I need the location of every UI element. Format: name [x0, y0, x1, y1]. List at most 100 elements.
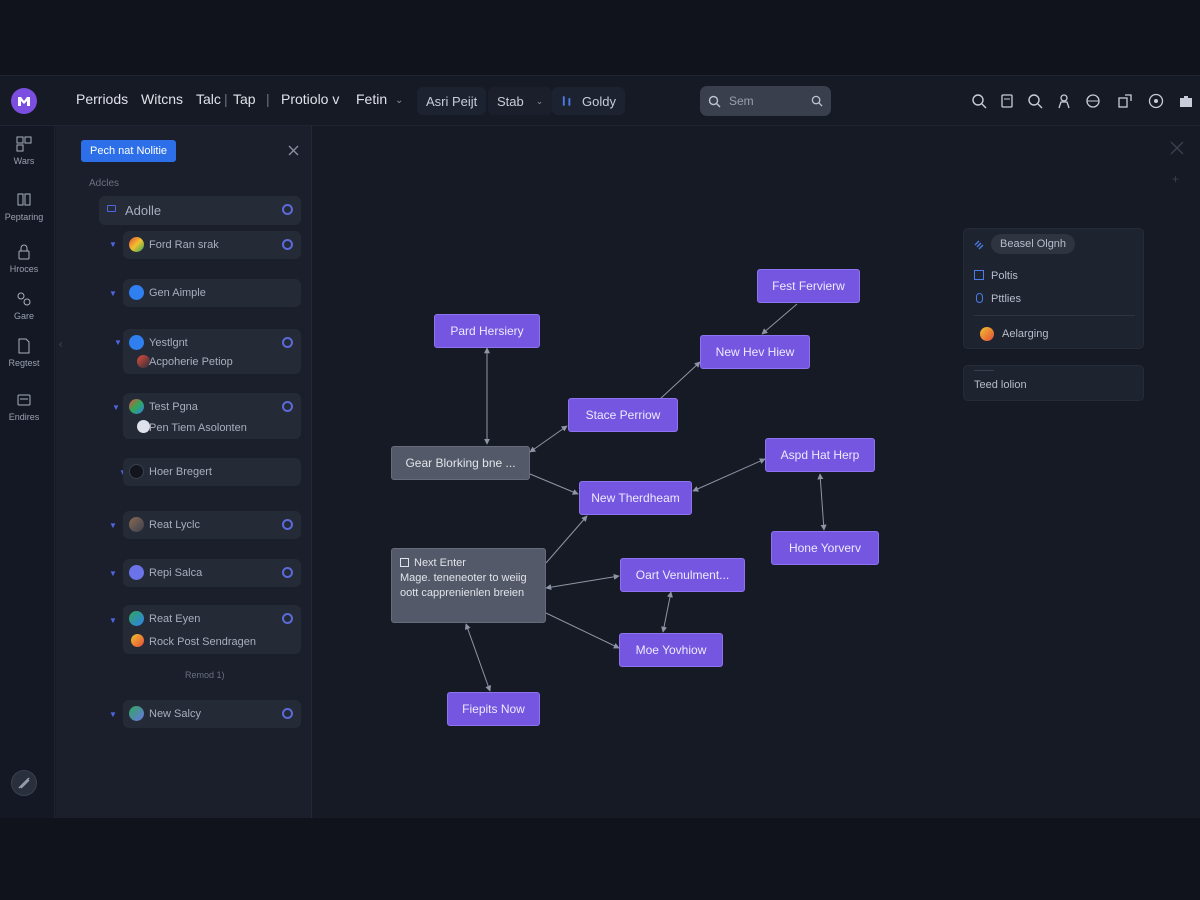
- list-item-label: Reat Eyen: [149, 613, 201, 625]
- nav-item-tap[interactable]: Tap: [233, 91, 256, 107]
- list-item[interactable]: Reat Eyen Rock Post Sendragen: [123, 605, 301, 654]
- tag-chip[interactable]: Beasel Olgnh: [991, 234, 1076, 254]
- inspector-item[interactable]: Pttlies: [991, 293, 1021, 305]
- rail-item-hroces[interactable]: Hroces: [0, 244, 48, 274]
- list-item[interactable]: Hoer Bregert: [123, 458, 301, 486]
- nav-item-protiolo[interactable]: Protiolo v: [281, 91, 339, 107]
- avatar: [980, 327, 994, 341]
- rail-item-regtest[interactable]: Regtest: [0, 338, 48, 368]
- node-stace-perriow[interactable]: Stace Perriow: [568, 398, 678, 432]
- chevron-down-icon[interactable]: ▼: [109, 240, 117, 249]
- close-icon[interactable]: [1170, 141, 1184, 155]
- divider: [974, 370, 994, 371]
- list-item[interactable]: Ford Ran srak: [123, 231, 301, 259]
- clock-icon[interactable]: [1148, 93, 1164, 109]
- node-fest-fervierw[interactable]: Fest Fervierw: [757, 269, 860, 303]
- nav-item-talc[interactable]: Talc: [196, 91, 221, 107]
- search-icon: [708, 95, 721, 107]
- node-label: Hone Yorverv: [788, 541, 862, 555]
- header-row[interactable]: Adolle: [99, 196, 301, 225]
- list-item-label: Gen Aimple: [149, 287, 206, 299]
- rail-label: Peptaring: [4, 212, 44, 222]
- search-icon[interactable]: [971, 93, 987, 109]
- avatar: [129, 517, 144, 532]
- rail-label: Regtest: [8, 358, 40, 368]
- node-next-enter[interactable]: Next Enter Mage. teneneoter to weiig oot…: [391, 548, 546, 623]
- rail-item-gare[interactable]: Gare: [0, 291, 48, 321]
- file-icon: [18, 338, 30, 354]
- node-fiepits-now[interactable]: Fiepits Now: [447, 692, 540, 726]
- search-input[interactable]: Sem: [700, 86, 831, 116]
- inbox-icon: [17, 394, 31, 406]
- goldy-button[interactable]: Goldy: [552, 87, 625, 115]
- list-item[interactable]: Gen Aimple: [123, 279, 301, 307]
- footer-note: Remod 1): [185, 670, 225, 680]
- top-bar: Perriods Witcns Talc | Tap | Protiolo v …: [0, 76, 1200, 126]
- inspector-footer-card[interactable]: Teed lolion: [963, 365, 1144, 401]
- node-new-therdheam[interactable]: New Therdheam: [579, 481, 692, 515]
- status-badge: [282, 401, 293, 412]
- node-label: Oart Venulment...: [635, 568, 730, 582]
- list-item-label: Ford Ran srak: [149, 239, 219, 251]
- chevron-down-icon[interactable]: ▼: [109, 289, 117, 298]
- list-item[interactable]: Reat Lyclc: [123, 511, 301, 539]
- node-pard-hersiery[interactable]: Pard Hersiery: [434, 314, 540, 348]
- puzzle-icon[interactable]: [1178, 93, 1194, 109]
- chevron-down-icon[interactable]: ▼: [109, 569, 117, 578]
- status-badge: [282, 204, 293, 215]
- rail-label: Wars: [13, 156, 35, 166]
- avatar: [129, 335, 144, 350]
- globe-icon[interactable]: [1085, 93, 1101, 109]
- user-icon[interactable]: [1056, 93, 1072, 109]
- document-icon[interactable]: [999, 93, 1015, 109]
- list-item[interactable]: Yestlgnt Acpoherie Petiop: [123, 329, 301, 374]
- layers-icon: [17, 193, 31, 206]
- nav-item-witcns[interactable]: Witcns: [141, 91, 183, 107]
- node-label: New Therdheam: [591, 491, 680, 505]
- chevron-down-icon[interactable]: ▼: [109, 710, 117, 719]
- stab-dropdown[interactable]: Stab ⌄: [488, 87, 553, 115]
- collapse-panel-handle[interactable]: ‹: [59, 339, 62, 350]
- node-moe-yovhiow[interactable]: Moe Yovhiow: [619, 633, 723, 667]
- rail-item-peptaring[interactable]: Peptaring: [0, 192, 48, 222]
- assignee-label[interactable]: Aelarging: [1002, 328, 1048, 340]
- close-icon[interactable]: [288, 145, 299, 156]
- chevron-down-icon[interactable]: ▼: [109, 521, 117, 530]
- settings-icon[interactable]: [11, 770, 37, 796]
- node-oart-venulment[interactable]: Oart Venulment...: [620, 558, 745, 592]
- chevron-down-icon[interactable]: ▼: [109, 616, 117, 625]
- list-item[interactable]: Repi Salca: [123, 559, 301, 587]
- zoom-icon[interactable]: [1027, 93, 1043, 109]
- list-item[interactable]: New Salcy: [123, 700, 301, 728]
- chevron-down-icon[interactable]: ▼: [114, 338, 122, 347]
- rail-item-endires[interactable]: Endires: [0, 392, 48, 422]
- share-icon[interactable]: [1117, 93, 1133, 109]
- nav-item-fetin[interactable]: Fetin: [356, 91, 387, 107]
- chevron-down-icon[interactable]: ▼: [112, 403, 120, 412]
- node-label: New Hev Hiew: [715, 345, 795, 359]
- node-label: Pard Hersiery: [450, 324, 524, 338]
- sliders-icon: [562, 96, 571, 106]
- inspector-item[interactable]: Poltis: [991, 270, 1018, 282]
- node-hone-yorverv[interactable]: Hone Yorverv: [771, 531, 879, 565]
- node-aspd-hat-herp[interactable]: Aspd Hat Herp: [765, 438, 875, 472]
- nav-item-periods[interactable]: Perriods: [76, 91, 128, 107]
- goldy-label: Goldy: [582, 93, 616, 109]
- node-gear-blorking[interactable]: Gear Blorking bne ...: [391, 446, 530, 480]
- add-icon[interactable]: +: [1172, 172, 1179, 186]
- node-title-text: Next Enter: [414, 557, 466, 569]
- chevron-down-icon[interactable]: ⌄: [395, 95, 403, 106]
- list-item-label: Yestlgnt: [149, 337, 188, 349]
- primary-action-button[interactable]: Pech nat Nolitie: [81, 140, 177, 162]
- left-rail: Wars Peptaring Hroces Gare Regtest Endir…: [0, 126, 55, 818]
- inspector-card: Beasel Olgnh Poltis Pttlies Aelarging: [963, 228, 1144, 349]
- list-item[interactable]: Test Pgna Pen Tiem Asolonten: [123, 393, 301, 439]
- asri-peijt-button[interactable]: Asri Peijt: [417, 87, 487, 115]
- list-item-sublabel: Acpoherie Petiop: [149, 356, 233, 368]
- node-label: Fest Fervierw: [772, 279, 845, 293]
- search-icon[interactable]: [811, 95, 823, 107]
- node-new-hev-hiew[interactable]: New Hev Hiew: [700, 335, 810, 369]
- rail-item-wars[interactable]: Wars: [0, 136, 48, 166]
- divider: [974, 315, 1135, 316]
- app-logo[interactable]: [11, 88, 37, 114]
